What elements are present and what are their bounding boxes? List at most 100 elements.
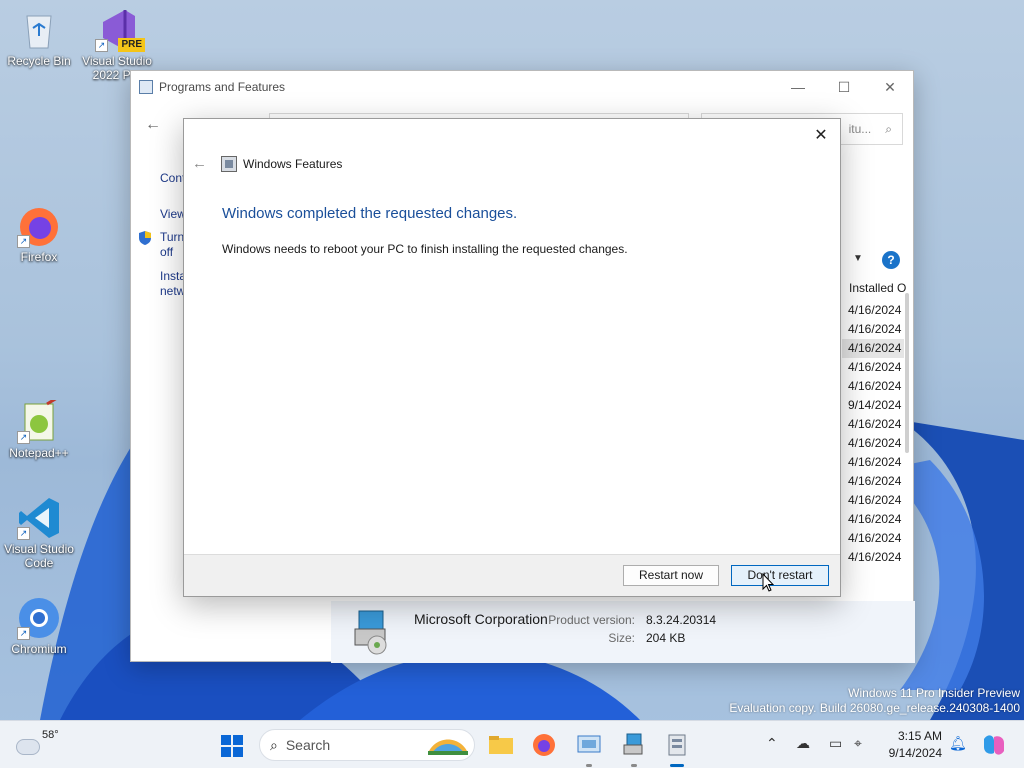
programs-features-taskbar-icon[interactable] [620, 731, 648, 767]
taskbar-clock[interactable]: 3:15 AM 9/14/2024 [884, 728, 942, 762]
details-pane: Microsoft Corporation Product version: 8… [331, 601, 915, 663]
dialog-title: Windows Features [243, 156, 343, 171]
installed-date-cell[interactable]: 4/16/2024 [842, 453, 904, 472]
reboot-message: Windows needs to reboot your PC to finis… [222, 242, 628, 256]
installed-date-cell[interactable]: 4/16/2024 [842, 377, 904, 396]
installed-date-cell[interactable]: 4/16/2024 [842, 548, 904, 567]
visual-studio-icon: PRE ↗ [95, 8, 145, 52]
weather-widget[interactable]: 58° [16, 729, 59, 755]
installed-date-cell[interactable]: 4/16/2024 [842, 358, 904, 377]
window-title: Programs and Features [159, 80, 286, 94]
shortcut-arrow-icon: ↗ [17, 627, 30, 640]
scrollbar[interactable] [905, 293, 909, 453]
installed-date-cell[interactable]: 4/16/2024 [842, 472, 904, 491]
evaluation-watermark: Windows 11 Pro Insider Preview Evaluatio… [729, 686, 1020, 716]
desktop-icon-label: Chromium [11, 642, 67, 656]
vscode-icon: ↗ [17, 496, 61, 540]
network-icon[interactable]: ⌖ [854, 735, 862, 752]
close-button[interactable]: ✕ [867, 71, 913, 103]
desktop-icon-label: Notepad++ [9, 446, 69, 460]
file-explorer-taskbar-icon[interactable] [487, 731, 515, 759]
sidebar-item-turn-features-2[interactable]: off [160, 245, 173, 259]
shortcut-arrow-icon: ↗ [17, 431, 30, 444]
taskbar-search-label: Search [285, 737, 331, 753]
publisher-name: Microsoft Corporation [414, 611, 548, 627]
search-placeholder: itu... [848, 122, 872, 136]
taskbar: 58° ⌕ Search ⌃ ☁ ▭ ⌖ 3:15 AM 9/14/2024 🔔… [0, 720, 1024, 768]
minimize-button[interactable]: — [775, 71, 821, 103]
mouse-cursor-icon [762, 572, 775, 592]
search-icon: ⌕ [270, 736, 278, 753]
vscode-desktop-icon[interactable]: ↗ Visual Studio Code [1, 496, 77, 570]
help-icon[interactable]: ? [882, 251, 900, 269]
restart-now-button[interactable]: Restart now [623, 565, 719, 586]
chromium-icon: ↗ [17, 596, 61, 640]
windows-features-dialog: ✕ ← Windows Features Windows completed t… [183, 118, 841, 597]
product-version-label: Product version: [548, 613, 635, 627]
installed-dates-list: 4/16/2024 4/16/2024 4/16/2024 4/16/2024 4/16… [842, 301, 904, 567]
shortcut-arrow-icon: ↗ [17, 527, 30, 540]
pre-badge: PRE [118, 38, 145, 52]
shortcut-arrow-icon: ↗ [17, 235, 30, 248]
notepad-plus-plus-icon: ↗ [17, 396, 61, 444]
sidebar-item-control-panel-home[interactable]: Cont [160, 171, 185, 185]
installed-date-cell[interactable]: 4/16/2024 [842, 510, 904, 529]
copilot-icon[interactable] [980, 731, 1008, 759]
weather-temperature: 58° [42, 729, 59, 741]
desktop-icon-label: Visual Studio Code [4, 542, 74, 570]
firefox-desktop-icon[interactable]: ↗ Firefox [1, 204, 77, 264]
size-label: Size: [608, 631, 635, 645]
start-button[interactable] [221, 735, 243, 757]
back-arrow-icon[interactable]: ← [145, 116, 161, 134]
chromium-desktop-icon[interactable]: ↗ Chromium [1, 596, 77, 656]
watermark-line-2: Evaluation copy. Build 26080.ge_release.… [729, 701, 1020, 715]
installed-date-cell[interactable]: 4/16/2024 [842, 415, 904, 434]
completion-heading: Windows completed the requested changes. [222, 205, 518, 222]
show-hidden-icons-chevron-icon[interactable]: ⌃ [766, 735, 778, 752]
search-icon: ⌕ [885, 121, 892, 136]
view-options-dropdown[interactable]: ▼ [853, 253, 863, 264]
control-panel-taskbar-icon[interactable] [575, 731, 603, 767]
windows-features-icon [221, 155, 237, 172]
installed-date-cell[interactable]: 4/16/2024 [842, 320, 904, 339]
size-value: 204 KB [646, 631, 686, 645]
dialog-back-arrow-icon[interactable]: ← [192, 155, 207, 172]
recycle-bin-icon [17, 8, 61, 52]
installed-on-column-header[interactable]: Installed O [849, 281, 913, 301]
shield-icon [137, 230, 153, 246]
installed-date-cell[interactable]: 4/16/2024 [842, 301, 904, 320]
recycle-bin-desktop-icon[interactable]: Recycle Bin [1, 8, 77, 68]
search-highlight-icon [428, 739, 468, 755]
sidebar-item-turn-features[interactable]: Turn [160, 230, 184, 244]
installed-date-cell[interactable]: 4/16/2024 [842, 491, 904, 510]
firefox-icon: ↗ [17, 204, 61, 248]
firefox-taskbar-icon[interactable] [530, 731, 558, 759]
cloud-icon [16, 739, 40, 755]
clock-time: 3:15 AM [897, 729, 942, 743]
installed-date-cell[interactable]: 4/16/2024 [842, 434, 904, 453]
display-icon[interactable]: ▭ [829, 735, 842, 752]
onedrive-offline-icon[interactable]: ☁ [796, 735, 810, 752]
notepad-plus-plus-desktop-icon[interactable]: ↗ Notepad++ [1, 396, 77, 460]
installed-date-cell[interactable]: 4/16/2024 [842, 529, 904, 548]
sidebar-item-view-updates[interactable]: View [160, 207, 186, 221]
sidebar-item-install-program-2[interactable]: netw [160, 284, 185, 298]
notification-bell-icon[interactable]: 🔔︎ [949, 735, 967, 752]
shortcut-arrow-icon: ↗ [95, 39, 108, 52]
product-version-value: 8.3.24.20314 [646, 613, 717, 627]
maximize-button[interactable]: ☐ [821, 71, 867, 103]
taskbar-search-box[interactable]: ⌕ Search [259, 729, 475, 761]
dialog-footer: Restart now Don't restart [184, 554, 840, 596]
installed-date-cell[interactable]: 4/16/2024 [842, 339, 904, 358]
dont-restart-button[interactable]: Don't restart [731, 565, 829, 586]
control-panel-icon [139, 80, 153, 94]
clock-date: 9/14/2024 [888, 746, 942, 760]
dialog-close-button[interactable]: ✕ [810, 125, 832, 147]
window-titlebar[interactable]: Programs and Features — ☐ ✕ [131, 71, 913, 103]
watermark-line-1: Windows 11 Pro Insider Preview [848, 686, 1020, 700]
windows-features-taskbar-icon[interactable] [663, 731, 691, 767]
desktop-icon-label: Recycle Bin [7, 54, 71, 68]
installed-date-cell[interactable]: 9/14/2024 [842, 396, 904, 415]
desktop-icon-label: Firefox [20, 250, 58, 264]
installer-icon [349, 607, 399, 655]
